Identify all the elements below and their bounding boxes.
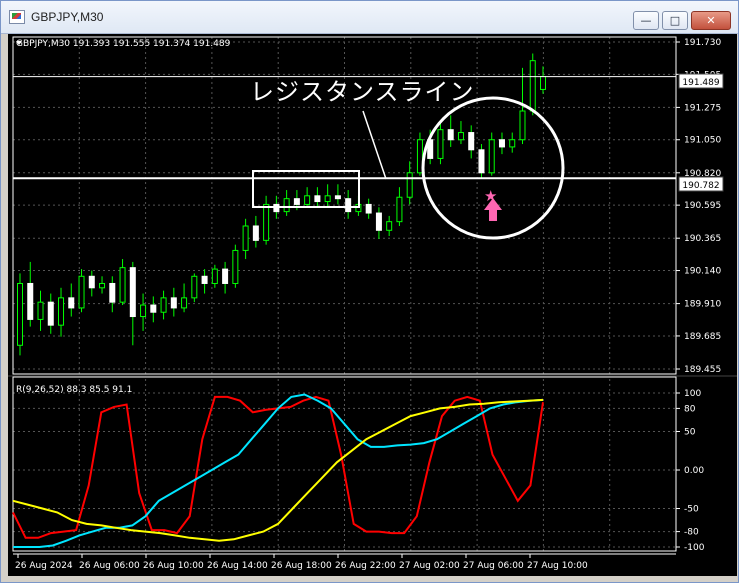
price-tick-label: 190.595	[684, 201, 721, 211]
candle-body-up	[519, 110, 526, 141]
candle-body-up	[99, 282, 106, 289]
time-tick-label: 26 Aug 18:00	[271, 561, 332, 571]
candle-body-up	[58, 297, 65, 326]
candle-body-up	[437, 129, 444, 159]
indicator-info-text: R(9,26,52) 88.3 85.5 91.1	[16, 385, 132, 395]
resistance-price-text: 190.782	[682, 181, 719, 191]
candle	[232, 244, 239, 288]
candle-body-up	[78, 275, 85, 309]
candle-body-down	[222, 268, 229, 284]
current-price-tag: 191.489	[678, 73, 724, 89]
candle	[17, 273, 23, 356]
candle-body-down	[314, 195, 321, 203]
ind-tick-label: 50	[684, 428, 696, 438]
time-tick-label: 26 Aug 22:00	[335, 561, 396, 571]
candle-body-up	[324, 195, 331, 203]
title-bar[interactable]: GBPJPY,M30 — □ ✕	[1, 1, 738, 34]
candle-body-down	[468, 132, 475, 151]
candle	[529, 53, 536, 116]
chart-area[interactable]: 191.730191.505191.275191.050190.820190.5…	[8, 34, 737, 576]
time-tick-label: 27 Aug 02:00	[399, 561, 460, 571]
candle-body-up	[232, 249, 239, 284]
candle-body-down	[68, 297, 75, 309]
candle-body-down	[365, 203, 372, 214]
candle-body-down	[498, 139, 505, 148]
ind-tick-label: -100	[684, 543, 705, 553]
ind-tick-label: -80	[684, 528, 699, 538]
candle-body-up	[191, 275, 198, 299]
chart-svg[interactable]: 191.730191.505191.275191.050190.820190.5…	[8, 34, 737, 576]
candle-body-up	[529, 60, 536, 112]
candle-body-up	[263, 203, 270, 241]
candle	[191, 273, 198, 303]
candle-body-up	[242, 225, 249, 251]
candle-body-up	[396, 196, 403, 223]
price-tick-label: 189.455	[684, 365, 721, 375]
candle-body-down	[150, 304, 157, 313]
maximize-button[interactable]: □	[662, 11, 688, 30]
price-tick-label: 190.140	[684, 267, 721, 277]
candle-body-up	[488, 139, 495, 174]
window-title: GBPJPY,M30	[31, 10, 104, 24]
candle-body-up	[17, 282, 23, 346]
candle-body-up	[406, 172, 413, 198]
candle-body-down	[273, 203, 280, 213]
chart-info-text: GBPJPY,M30 191.393 191.555 191.374 191.4…	[16, 39, 231, 49]
candle-body-up	[160, 297, 167, 313]
candle-body-down	[334, 195, 341, 200]
ind-tick-label: 100	[684, 389, 701, 399]
candle-body-up	[509, 139, 516, 148]
current-price-text: 191.489	[682, 78, 719, 88]
chart-app-icon	[9, 10, 25, 24]
candle-body-down	[109, 282, 116, 303]
candle-body-down	[129, 267, 136, 318]
candle-body-down	[47, 301, 54, 326]
minimize-button[interactable]: —	[633, 11, 659, 30]
resistance-price-tag: 190.782	[678, 176, 724, 192]
price-tick-label: 191.050	[684, 136, 721, 146]
price-tick-label: 191.730	[684, 38, 721, 48]
candle-body-up	[457, 132, 464, 141]
candle-body-up	[37, 301, 44, 320]
price-tick-label: 189.910	[684, 300, 721, 310]
candle-body-down	[252, 225, 259, 241]
candle-body-down	[478, 149, 485, 174]
time-tick-label: 26 Aug 2024	[15, 561, 73, 571]
ind-tick-label: -50	[684, 505, 699, 515]
candle-body-up	[140, 304, 147, 318]
candle-body-down	[27, 282, 34, 320]
ind-tick-label: 80	[684, 404, 696, 414]
candle-body-down	[293, 198, 300, 205]
candle-body-up	[283, 198, 290, 213]
close-button[interactable]: ✕	[691, 11, 731, 30]
price-tick-label: 191.275	[684, 103, 721, 113]
time-tick-label: 26 Aug 06:00	[79, 561, 140, 571]
candle-body-up	[304, 195, 311, 205]
resistance-line-label: レジスタンスライン	[250, 78, 475, 106]
candle-body-up	[119, 267, 126, 303]
time-tick-label: 26 Aug 14:00	[207, 561, 268, 571]
candle-body-up	[540, 75, 546, 90]
price-tick-label: 189.685	[684, 332, 721, 342]
chart-window: GBPJPY,M30 — □ ✕ 191.730191.505191.27519…	[0, 0, 739, 583]
candle-body-down	[375, 212, 382, 231]
candle-body-up	[386, 221, 393, 231]
candle-body-down	[201, 275, 208, 284]
price-tick-label: 190.365	[684, 234, 721, 244]
time-tick-label: 27 Aug 06:00	[463, 561, 524, 571]
candle-body-down	[88, 275, 95, 289]
candle-body-down	[447, 129, 454, 141]
candle-body-up	[211, 268, 218, 284]
time-tick-label: 26 Aug 10:00	[143, 561, 204, 571]
ind-tick-label: 0.00	[684, 466, 704, 476]
candle-body-down	[345, 198, 352, 213]
candle-body-down	[170, 297, 177, 309]
candle-body-up	[181, 297, 188, 309]
time-tick-label: 27 Aug 10:00	[527, 561, 588, 571]
